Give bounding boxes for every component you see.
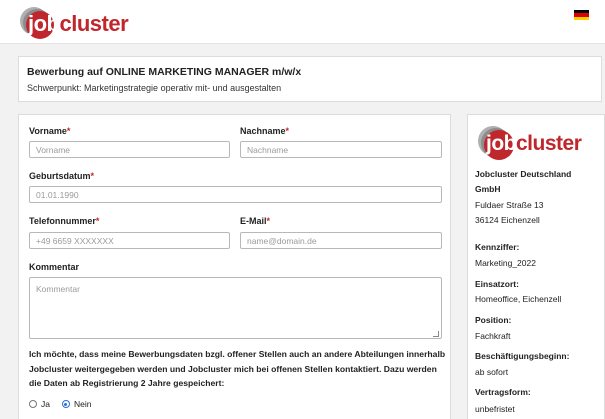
detail-value-einsatzort: Homeoffice, Eichenzell [475, 294, 562, 304]
consent-radio-group: Ja Nein [29, 399, 103, 409]
german-flag-icon[interactable] [574, 10, 589, 20]
company-name-line1: Jobcluster Deutschland [475, 169, 572, 179]
email-input[interactable] [240, 232, 442, 249]
phone-label: Telefonnummer* [29, 216, 100, 226]
birthdate-input[interactable] [29, 186, 442, 203]
company-info-card: jobcluster Jobcluster Deutschland GmbH F… [467, 114, 605, 419]
company-city: 36124 Eichenzell [475, 215, 540, 225]
detail-label-vertragsform: Vertragsform: [475, 387, 531, 397]
company-logo: jobcluster [478, 123, 582, 161]
comment-textarea[interactable] [29, 277, 442, 339]
detail-value-beschaeftigungsbeginn: ab sofort [475, 367, 509, 377]
job-title-card: Bewerbung auf ONLINE MARKETING MANAGER m… [18, 56, 602, 102]
phone-input[interactable] [29, 232, 230, 249]
comment-label: Kommentar [29, 262, 80, 272]
email-label: E-Mail* [240, 216, 271, 226]
company-name-line2: GmbH [475, 184, 501, 194]
detail-value-vertragsform: unbefristet [475, 404, 515, 414]
consent-text: Ich möchte, dass meine Bewerbungsdaten b… [29, 349, 446, 389]
birthdate-label: Geburtsdatum* [29, 171, 95, 181]
detail-label-beschaeftigungsbeginn: Beschäftigungsbeginn: [475, 351, 570, 361]
application-form: Vorname* Nachname* Geburtsdatum* Telefon… [18, 114, 451, 419]
job-focus: Schwerpunkt: Marketingstrategie operativ… [27, 83, 282, 93]
consent-yes-label[interactable]: Ja [41, 399, 50, 409]
detail-value-position: Fachkraft [475, 331, 511, 341]
consent-yes-radio[interactable] [29, 400, 37, 408]
detail-label-kennziffer: Kennziffer: [475, 242, 520, 252]
last-name-label: Nachname* [240, 126, 290, 136]
detail-value-kennziffer: Marketing_2022 [475, 258, 536, 268]
last-name-input[interactable] [240, 141, 442, 158]
first-name-input[interactable] [29, 141, 230, 158]
logo-wordmark: jobcluster [28, 11, 129, 36]
consent-no-label[interactable]: Nein [74, 399, 91, 409]
company-street: Fuldaer Straße 13 [475, 200, 544, 210]
consent-no-radio[interactable] [61, 400, 70, 408]
first-name-label: Vorname* [29, 126, 71, 136]
resize-handle-icon[interactable] [433, 331, 439, 337]
job-title: Bewerbung auf ONLINE MARKETING MANAGER m… [27, 66, 302, 78]
logo-wordmark: jobcluster [486, 132, 582, 155]
jobcluster-logo[interactable]: jobcluster [20, 6, 129, 40]
site-header: jobcluster [0, 0, 605, 44]
detail-label-position: Position: [475, 315, 512, 325]
detail-label-einsatzort: Einsatzort: [475, 279, 519, 289]
